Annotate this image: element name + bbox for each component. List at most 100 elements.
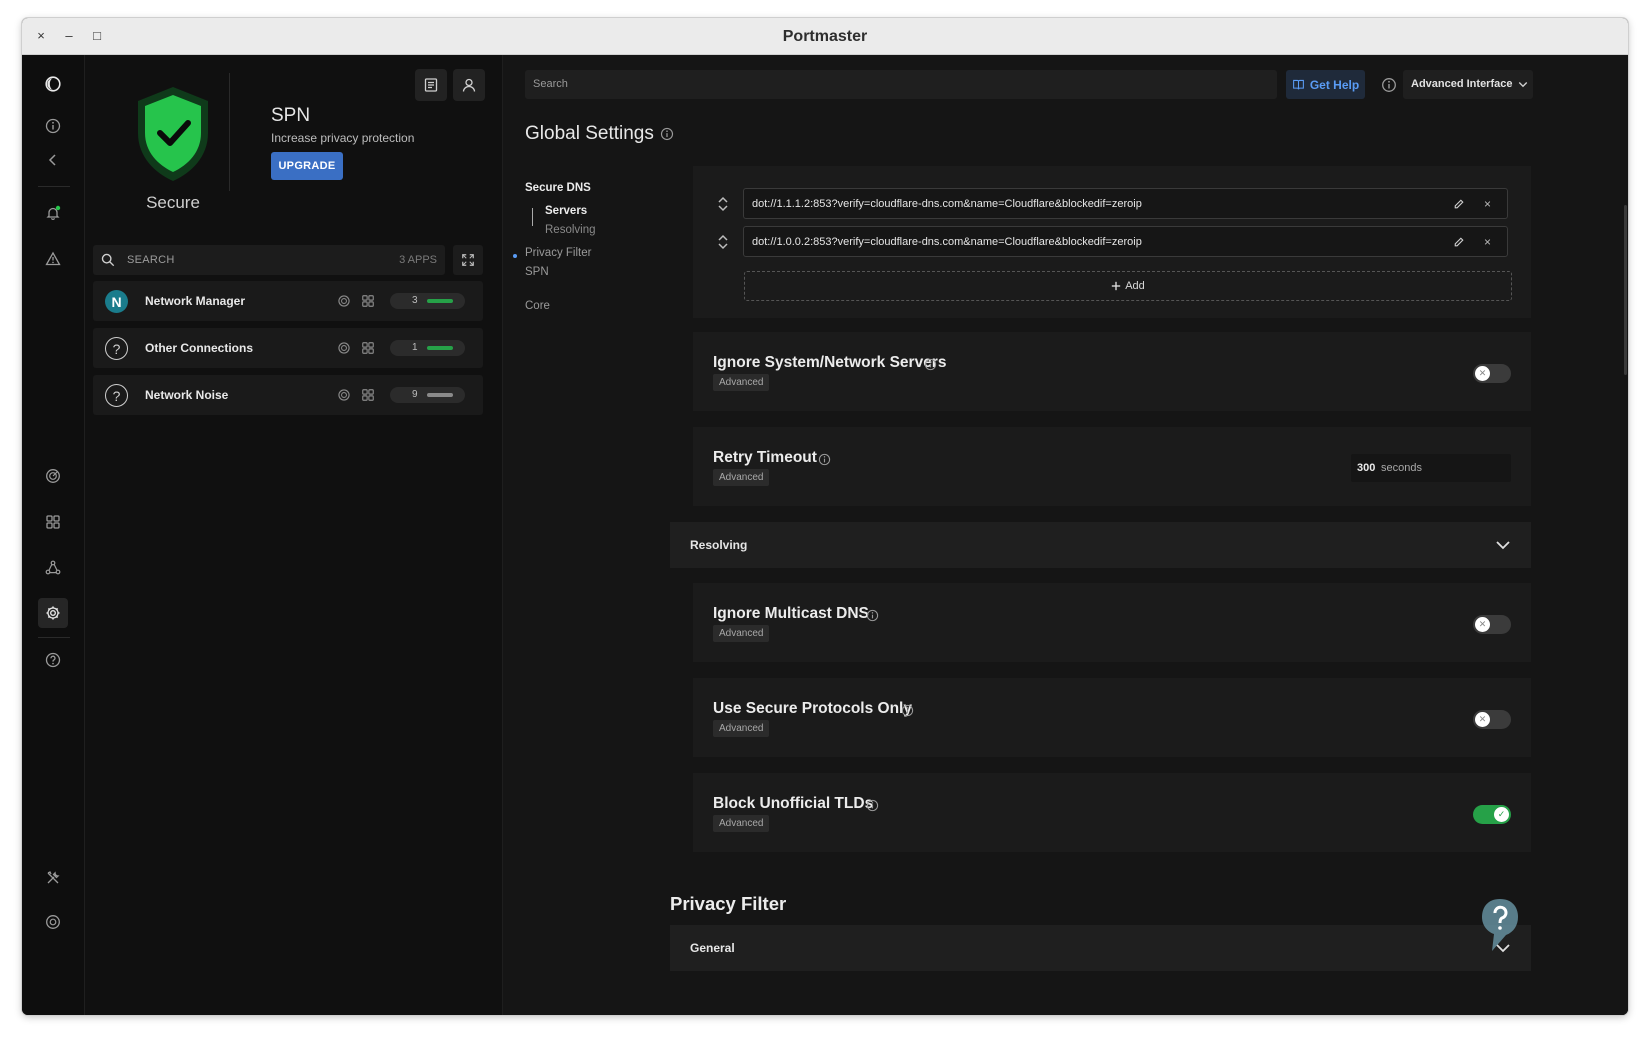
- toggle-off-icon: ✕: [1475, 617, 1490, 632]
- portmaster-logo-icon[interactable]: [38, 69, 68, 99]
- advanced-badge: Advanced: [713, 374, 770, 391]
- settings-search-input[interactable]: Search: [525, 70, 1277, 99]
- app-row-network-manager[interactable]: N Network Manager 3: [93, 281, 483, 321]
- nav-spn[interactable]: SPN: [525, 266, 549, 278]
- page-title: Global Settings: [525, 123, 654, 144]
- toggle-switch[interactable]: ✕: [1473, 364, 1511, 383]
- setting-block-unofficial-tlds: Block Unofficial TLDs Advanced ✓: [693, 773, 1531, 852]
- tools-icon[interactable]: [38, 863, 68, 893]
- interface-mode-select[interactable]: Advanced Interface: [1403, 70, 1533, 99]
- connection-count: 1: [412, 342, 418, 353]
- apps-grid-icon[interactable]: [361, 294, 375, 308]
- edit-icon[interactable]: [1453, 236, 1465, 248]
- status-shield: [113, 85, 233, 190]
- notifications-bell-icon[interactable]: [38, 198, 68, 228]
- user-icon: [462, 78, 476, 92]
- app-name: Network Manager: [145, 294, 246, 308]
- drag-sort-icon[interactable]: [717, 196, 729, 212]
- info-icon[interactable]: [1381, 77, 1397, 93]
- divider: [229, 73, 230, 191]
- connection-count-pill: 9: [390, 387, 465, 403]
- setting-title: Ignore System/Network Servers: [713, 354, 947, 371]
- info-icon[interactable]: [901, 704, 914, 717]
- toggle-off-icon: ✕: [1475, 366, 1490, 381]
- app-row-network-noise[interactable]: ? Network Noise 9: [93, 375, 483, 415]
- info-icon[interactable]: [38, 111, 68, 141]
- setting-title: Retry Timeout: [713, 449, 817, 466]
- setting-title: Use Secure Protocols Only: [713, 700, 912, 717]
- toggle-switch[interactable]: ✕: [1473, 615, 1511, 634]
- network-radar-icon[interactable]: [337, 341, 351, 355]
- info-icon[interactable]: [660, 127, 674, 141]
- setting-title: Block Unofficial TLDs: [713, 795, 874, 812]
- add-dns-server-button[interactable]: Add: [744, 271, 1512, 301]
- retry-timeout-input[interactable]: 300 seconds: [1351, 454, 1511, 482]
- dns-servers-card: dot://1.1.1.2:853?verify=cloudflare-dns.…: [693, 166, 1531, 318]
- warning-triangle-icon[interactable]: [38, 244, 68, 274]
- section-label: General: [690, 941, 735, 955]
- setting-ignore-system-servers: Ignore System/Network Servers Advanced ✕: [693, 332, 1531, 411]
- app-row-other-connections[interactable]: ? Other Connections 1: [93, 328, 483, 368]
- scrollbar-thumb[interactable]: [1624, 205, 1627, 375]
- apps-grid-icon[interactable]: [38, 507, 68, 537]
- document-icon: [424, 78, 438, 92]
- settings-gear-icon[interactable]: [38, 598, 68, 628]
- toggle-switch[interactable]: ✕: [1473, 710, 1511, 729]
- nav-servers[interactable]: Servers: [545, 205, 587, 217]
- advanced-badge: Advanced: [713, 625, 770, 642]
- spn-subtitle: Increase privacy protection: [271, 131, 415, 145]
- dns-server-url: dot://1.0.0.2:853?verify=cloudflare-dns.…: [752, 236, 1142, 248]
- icon-rail: [22, 55, 85, 1015]
- activity-bar: [427, 346, 453, 350]
- help-question-icon[interactable]: [38, 645, 68, 675]
- setting-ignore-multicast-dns: Ignore Multicast DNS Advanced ✕: [693, 583, 1531, 662]
- rail-divider: [38, 637, 70, 638]
- chevron-down-icon: [1518, 82, 1528, 88]
- nav-secure-dns[interactable]: Secure DNS: [525, 182, 591, 194]
- app-count: 3 APPS: [399, 254, 437, 266]
- shield-check-icon: [138, 87, 208, 181]
- drag-sort-icon[interactable]: [717, 234, 729, 250]
- rail-divider: [38, 186, 70, 187]
- overview-panel: Secure SPN Increase privacy protection U…: [85, 55, 503, 1015]
- network-radar-icon[interactable]: [38, 461, 68, 491]
- info-icon[interactable]: [866, 799, 879, 812]
- section-title-privacy-filter: Privacy Filter: [670, 893, 787, 914]
- book-icon: [1292, 79, 1304, 90]
- upgrade-button[interactable]: UPGRADE: [271, 152, 343, 180]
- info-icon[interactable]: [866, 609, 879, 622]
- apps-grid-icon[interactable]: [361, 388, 375, 402]
- app-search-input[interactable]: SEARCH 3 APPS: [93, 245, 445, 275]
- info-icon[interactable]: [924, 358, 937, 371]
- setting-secure-protocols-only: Use Secure Protocols Only Advanced ✕: [693, 678, 1531, 757]
- title-bar: × – □ Portmaster: [22, 18, 1628, 55]
- scrollbar-track[interactable]: [1623, 55, 1628, 1015]
- section-resolving[interactable]: Resolving: [670, 522, 1531, 568]
- apps-grid-icon[interactable]: [361, 341, 375, 355]
- collapse-chevron-left-icon[interactable]: [38, 145, 68, 175]
- network-radar-icon[interactable]: [337, 294, 351, 308]
- toggle-switch[interactable]: ✓: [1473, 805, 1511, 824]
- nav-privacy-filter[interactable]: Privacy Filter: [525, 247, 591, 259]
- spn-network-icon[interactable]: [38, 553, 68, 583]
- reports-button[interactable]: [415, 69, 447, 101]
- app-window: × – □ Portmaster Secure SPN Increase pri…: [22, 18, 1628, 1015]
- section-general[interactable]: General: [670, 925, 1531, 971]
- network-radar-icon[interactable]: [337, 388, 351, 402]
- activity-bar: [427, 393, 453, 397]
- nav-active-indicator: [532, 208, 533, 226]
- delete-icon[interactable]: ×: [1484, 235, 1491, 249]
- delete-icon[interactable]: ×: [1484, 197, 1491, 211]
- edit-icon[interactable]: [1453, 198, 1465, 210]
- advanced-badge: Advanced: [713, 469, 770, 486]
- expand-button[interactable]: [453, 245, 483, 275]
- dns-server-entry[interactable]: dot://1.0.0.2:853?verify=cloudflare-dns.…: [743, 226, 1508, 257]
- dns-server-entry[interactable]: dot://1.1.1.2:853?verify=cloudflare-dns.…: [743, 188, 1508, 219]
- support-lifebuoy-icon[interactable]: [38, 907, 68, 937]
- account-button[interactable]: [453, 69, 485, 101]
- nav-resolving[interactable]: Resolving: [545, 224, 596, 236]
- interface-mode-value: Advanced Interface: [1411, 78, 1513, 90]
- info-icon[interactable]: [818, 453, 831, 466]
- get-help-button[interactable]: Get Help: [1286, 70, 1365, 99]
- nav-core[interactable]: Core: [525, 300, 550, 312]
